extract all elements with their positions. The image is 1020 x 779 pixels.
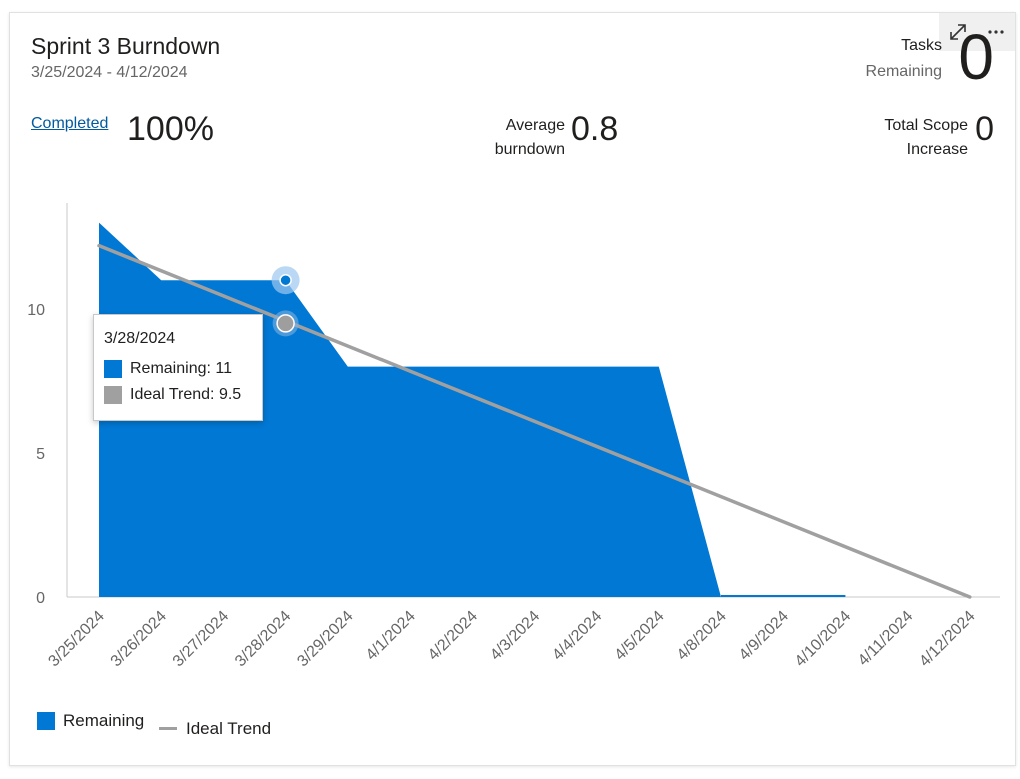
tooltip-ideal-text: Ideal Trend: 9.5	[130, 386, 242, 403]
legend-ideal-label: Ideal Trend	[186, 718, 272, 738]
tooltip-ideal-row: Ideal Trend: 9.5	[104, 386, 241, 404]
x-tick-label: 3/29/2024	[294, 608, 356, 670]
remaining-highlight-point	[279, 273, 292, 287]
legend-remaining[interactable]: Remaining	[37, 711, 144, 731]
ideal-highlight-point	[276, 314, 295, 333]
x-tick-label: 4/3/2024	[487, 608, 543, 664]
chart-legend: Remaining Ideal Trend	[37, 711, 281, 739]
x-tick-label: 4/12/2024	[916, 608, 978, 670]
legend-remaining-swatch	[37, 712, 55, 730]
x-tick-label: 4/10/2024	[792, 608, 854, 670]
y-tick-label: 10	[27, 302, 45, 319]
tooltip-remaining-swatch	[104, 360, 122, 378]
legend-remaining-label: Remaining	[63, 711, 145, 730]
tooltip-date: 3/28/2024	[104, 330, 176, 347]
burndown-widget: Sprint 3 Burndown 3/25/2024 - 4/12/2024 …	[9, 12, 1016, 766]
x-tick-label: 3/27/2024	[170, 608, 232, 670]
tooltip-remaining-text: Remaining: 11	[130, 360, 232, 377]
x-tick-label: 3/28/2024	[232, 608, 294, 670]
x-tick-label: 3/26/2024	[108, 608, 170, 670]
x-tick-label: 4/4/2024	[549, 608, 605, 664]
y-tick-label: 0	[36, 590, 45, 607]
chart-tooltip: 3/28/2024 Remaining: 11 Ideal Trend: 9.5	[93, 314, 263, 421]
legend-ideal-swatch	[159, 727, 177, 730]
y-tick-label: 5	[36, 446, 45, 463]
x-tick-label: 4/11/2024	[855, 608, 917, 670]
x-tick-label: 4/8/2024	[674, 608, 730, 664]
tooltip-remaining-row: Remaining: 11	[104, 360, 232, 378]
x-tick-label: 4/5/2024	[612, 608, 668, 664]
x-tick-label: 4/2/2024	[425, 608, 481, 664]
x-tick-label: 4/9/2024	[736, 608, 792, 664]
x-tick-label: 3/25/2024	[45, 608, 107, 670]
legend-ideal-trend[interactable]: Ideal Trend	[159, 719, 271, 739]
tooltip-ideal-swatch	[104, 386, 122, 404]
x-tick-label: 4/1/2024	[363, 608, 419, 664]
